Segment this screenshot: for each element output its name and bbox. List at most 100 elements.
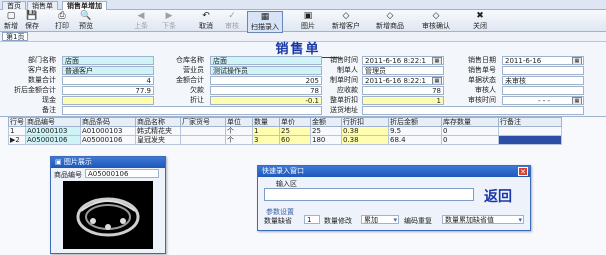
audit-confirm-button[interactable]: ◇ 审核确认 bbox=[418, 11, 454, 31]
add-customer-button[interactable]: ◇ 新增客户 bbox=[328, 11, 364, 31]
calendar-icon[interactable]: ▦ bbox=[572, 97, 582, 104]
customer-label: 客户名称 bbox=[28, 66, 56, 74]
close-button[interactable]: ✖ 关闭 bbox=[470, 11, 490, 31]
back-button[interactable]: 返回 bbox=[484, 186, 512, 206]
cell-disc-amount: 68.4 bbox=[388, 135, 442, 145]
salesperson-field[interactable]: 测试操作员 bbox=[210, 66, 322, 75]
cell-product-code[interactable]: A01000103 bbox=[25, 126, 81, 136]
owed-label: 欠款 bbox=[190, 86, 204, 94]
col-header[interactable]: 单价 bbox=[279, 117, 311, 127]
whole-discount-field[interactable]: 1 bbox=[362, 96, 444, 105]
scan-entry-button[interactable]: ▦ 扫描录入 bbox=[247, 11, 283, 33]
cell-barcode[interactable]: A05000106 bbox=[80, 135, 136, 145]
qty-total-field: 4 bbox=[62, 76, 154, 85]
cell-amount: 180 bbox=[310, 135, 342, 145]
audit-time-field[interactable]: - - - ▦ bbox=[502, 96, 584, 105]
add-customer-icon: ◇ bbox=[342, 11, 350, 21]
col-header[interactable]: 单位 bbox=[225, 117, 253, 127]
cash-label: 现金 bbox=[42, 96, 56, 104]
table-row[interactable]: ▶2 A05000106 A05000106 皇冠发夹 个 3 60 180 0… bbox=[8, 135, 562, 145]
order-no-field[interactable] bbox=[502, 66, 584, 75]
tab-bar: 首页 销售单 销售单增加 bbox=[0, 0, 606, 11]
add-product-button[interactable]: ◇ 新增商品 bbox=[372, 11, 408, 31]
status-label: 单据状态 bbox=[468, 76, 496, 84]
table-row[interactable]: 1 A01000103 A01000103 韩式精花夹 个 1 25 25 0.… bbox=[8, 126, 562, 136]
quick-entry-window: 快速录入窗口 ✕ 输入区 返回 参数设置 数量缺省 1 数量修改 累加 ▾ 编码重… bbox=[257, 165, 531, 231]
qty-mode-select[interactable]: 累加 ▾ bbox=[361, 215, 399, 224]
close-icon[interactable]: ✕ bbox=[518, 167, 528, 176]
audit-button[interactable]: ✓ 审核 bbox=[222, 11, 242, 31]
cell-line-no: 1 bbox=[8, 126, 26, 136]
cell-factory-no[interactable] bbox=[180, 126, 226, 136]
col-header[interactable]: 数量 bbox=[252, 117, 280, 127]
ship-address-label: 送货地址 bbox=[330, 106, 358, 114]
col-header[interactable]: 行折扣 bbox=[341, 117, 389, 127]
calendar-icon[interactable]: ▦ bbox=[432, 77, 442, 84]
product-code-field[interactable]: A05000106 bbox=[85, 169, 159, 178]
cell-line-no: ▶2 bbox=[8, 135, 26, 145]
make-time-field[interactable]: 2011-6-16 8:22:1 ▦ bbox=[362, 76, 444, 85]
dept-field[interactable]: 店面 bbox=[62, 56, 154, 65]
cell-unit[interactable]: 个 bbox=[225, 135, 253, 145]
default-qty-field[interactable]: 1 bbox=[304, 215, 320, 224]
cancel-button[interactable]: ↶ 取消 bbox=[196, 11, 216, 31]
customer-field[interactable]: 普通客户 bbox=[62, 66, 154, 75]
col-header[interactable]: 金额 bbox=[310, 117, 342, 127]
print-button[interactable]: ⎙ 打印 bbox=[52, 11, 72, 31]
new-button[interactable]: ▢ 新增 bbox=[2, 11, 20, 31]
col-header[interactable]: 折后金额 bbox=[388, 117, 442, 127]
window-titlebar[interactable]: ▣ 图片展示 bbox=[51, 157, 165, 168]
save-button[interactable]: 💾 保存 bbox=[22, 11, 42, 31]
col-header[interactable]: 行备注 bbox=[498, 117, 562, 127]
col-header[interactable]: 库存数量 bbox=[441, 117, 499, 127]
calendar-icon[interactable]: ▦ bbox=[432, 57, 442, 64]
audit-icon: ✓ bbox=[228, 11, 236, 21]
calendar-icon[interactable]: ▦ bbox=[572, 57, 582, 64]
code-dup-select[interactable]: 数量累加缺省值 ▾ bbox=[442, 215, 524, 224]
col-header[interactable]: 商品条码 bbox=[80, 117, 136, 127]
col-header[interactable]: 商品编号 bbox=[25, 117, 81, 127]
maker-field[interactable]: 管理员 bbox=[362, 66, 444, 75]
discount-field[interactable]: -0.1 bbox=[210, 96, 322, 105]
next-record-button[interactable]: ▶ 下条 bbox=[159, 11, 179, 31]
cash-field[interactable] bbox=[62, 96, 154, 105]
warehouse-field[interactable]: 店面 bbox=[210, 56, 322, 65]
cell-qty[interactable]: 3 bbox=[252, 135, 280, 145]
col-header[interactable]: 厂家货号 bbox=[180, 117, 226, 127]
cell-remark[interactable] bbox=[498, 135, 562, 145]
auditor-label: 审核人 bbox=[475, 86, 496, 94]
sale-time-label: 销售时间 bbox=[330, 56, 358, 64]
audit-time-label: 审核时间 bbox=[468, 96, 496, 104]
cell-line-discount[interactable]: 0.38 bbox=[341, 126, 389, 136]
cell-factory-no[interactable] bbox=[180, 135, 226, 145]
prev-record-button[interactable]: ◀ 上条 bbox=[131, 11, 151, 31]
cell-product-name[interactable]: 韩式精花夹 bbox=[135, 126, 181, 136]
sale-date-field[interactable]: 2011-6-16 ▦ bbox=[502, 56, 584, 65]
cell-qty[interactable]: 1 bbox=[252, 126, 280, 136]
cell-product-code[interactable]: A05000106 bbox=[25, 135, 81, 145]
remark-field[interactable] bbox=[62, 106, 322, 115]
scan-input[interactable] bbox=[264, 188, 474, 201]
ship-address-field[interactable] bbox=[362, 106, 584, 115]
cell-price[interactable]: 25 bbox=[279, 126, 311, 136]
image-icon: ▣ bbox=[303, 11, 313, 21]
cell-barcode[interactable]: A01000103 bbox=[80, 126, 136, 136]
image-button[interactable]: ▣ 图片 bbox=[298, 11, 318, 31]
col-header[interactable]: 商品名称 bbox=[135, 117, 181, 127]
next-icon: ▶ bbox=[165, 11, 173, 21]
page-tab-1[interactable]: 第1页 bbox=[2, 32, 29, 41]
cell-line-discount[interactable]: 0.38 bbox=[341, 135, 389, 145]
cancel-icon: ↶ bbox=[202, 11, 210, 21]
new-icon: ▢ bbox=[6, 11, 16, 21]
remark-label: 备注 bbox=[42, 106, 56, 114]
close-icon: ✖ bbox=[476, 11, 484, 21]
sale-date-label: 销售日期 bbox=[468, 56, 496, 64]
preview-button[interactable]: 🔍 预览 bbox=[76, 11, 96, 31]
cell-unit[interactable]: 个 bbox=[225, 126, 253, 136]
col-header[interactable]: 行号 bbox=[8, 117, 26, 127]
window-titlebar[interactable]: 快速录入窗口 bbox=[258, 166, 530, 177]
cell-product-name[interactable]: 皇冠发夹 bbox=[135, 135, 181, 145]
cell-remark[interactable] bbox=[498, 126, 562, 136]
cell-price[interactable]: 60 bbox=[279, 135, 311, 145]
sale-time-field[interactable]: 2011-6-16 8:22:1 ▦ bbox=[362, 56, 444, 65]
